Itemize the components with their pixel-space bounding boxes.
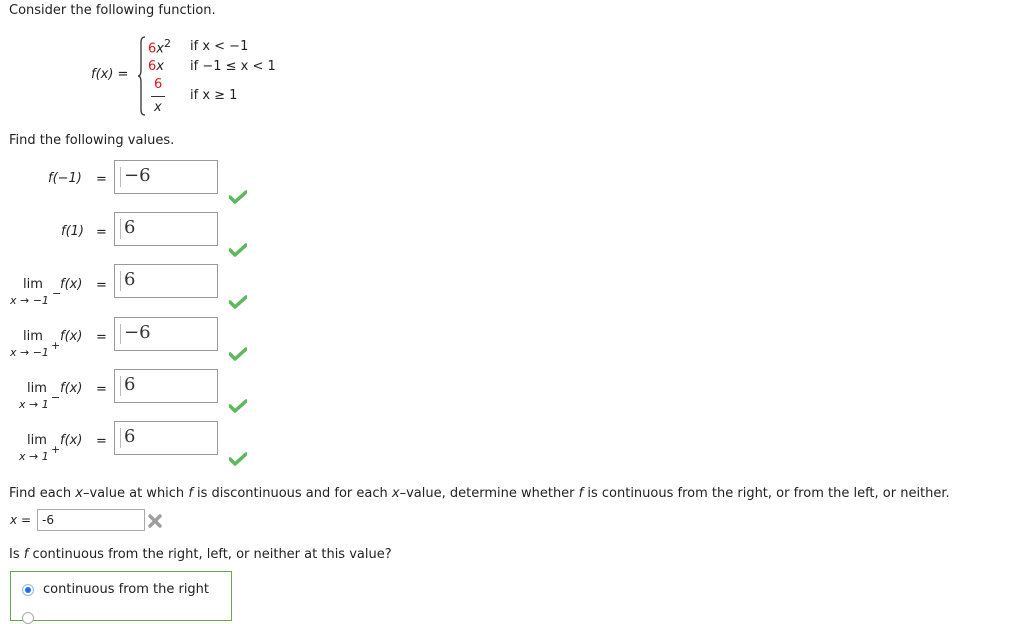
piece-3-condition: if x ≥ 1 xyxy=(190,88,238,103)
piece-1-var: x xyxy=(156,41,164,57)
function-label: f(x) = xyxy=(91,67,129,82)
equals-sign: = xyxy=(96,434,107,449)
equals-sign: = xyxy=(96,172,107,187)
cursor-line xyxy=(120,167,121,187)
prompt-text: –value at which xyxy=(82,486,189,501)
answer-value: 6 xyxy=(124,374,136,395)
limit-subscript: x → 1 xyxy=(19,398,49,411)
equals-sign: = xyxy=(20,513,31,527)
piece-2-var: x xyxy=(156,59,164,74)
check-icon xyxy=(229,295,247,309)
piece-2-expr: 6x xyxy=(148,59,164,74)
function-call: f(x) xyxy=(60,329,83,344)
radio-continuous-right[interactable] xyxy=(22,584,34,596)
piece-1-exponent: 2 xyxy=(163,37,171,50)
left-brace-icon xyxy=(138,36,146,116)
label-f-1: f(1) xyxy=(61,224,84,239)
equals-sign: = xyxy=(96,382,107,397)
label-text: f(−1) xyxy=(48,171,82,186)
check-icon xyxy=(229,243,247,257)
prompt-text: is continuous from the right, or from th… xyxy=(583,486,950,501)
option-label-continuous-right[interactable]: continuous from the right xyxy=(43,582,209,597)
function-call: f(x) xyxy=(60,433,83,448)
prompt-var: x xyxy=(391,486,400,501)
equals-sign: = xyxy=(96,330,107,345)
function-call: f(x) xyxy=(60,381,83,396)
prompt-var: x xyxy=(75,486,83,501)
x-label: x = xyxy=(10,513,31,527)
function-call: f(x) xyxy=(60,277,83,292)
question-text: continuous from the right, left, or neit… xyxy=(28,547,392,562)
limit-subscript: x → −1 xyxy=(10,346,49,359)
equals-sign: = xyxy=(96,278,107,293)
cursor-line xyxy=(120,271,121,291)
x-var: x xyxy=(10,513,18,527)
limit-side: + xyxy=(51,443,61,456)
question-text: Is xyxy=(9,547,24,562)
answer-input-lim-1-right[interactable]: 6 xyxy=(114,421,218,455)
cursor-line xyxy=(120,324,121,344)
piece-3-denominator: x xyxy=(154,100,162,115)
lim-word: lim xyxy=(27,381,47,396)
equals-sign: = xyxy=(96,225,107,240)
lim-word: lim xyxy=(23,329,43,344)
label-f-neg1: f(−1) xyxy=(48,171,82,186)
limit-side: − xyxy=(51,391,61,404)
lim-word: lim xyxy=(23,277,43,292)
answer-input-f-neg1[interactable]: −6 xyxy=(114,160,218,194)
limit-side: − xyxy=(52,287,62,300)
answer-input-f-1[interactable]: 6 xyxy=(114,212,218,246)
fraction-bar xyxy=(151,96,165,97)
check-icon xyxy=(229,190,247,204)
cursor-line xyxy=(120,428,121,448)
function-name: f(x) = xyxy=(91,67,128,82)
x-value-input[interactable]: -6 xyxy=(37,509,145,531)
intro-text: Consider the following function. xyxy=(9,3,216,18)
discontinuity-prompt: Find each x–value at which f is disconti… xyxy=(9,486,950,501)
prompt-text: is discontinuous and for each xyxy=(192,486,392,501)
answer-value: −6 xyxy=(124,322,151,343)
limit-subscript: x → 1 xyxy=(19,450,49,463)
check-icon xyxy=(229,452,247,466)
piece-3-numerator: 6 xyxy=(154,77,163,92)
cursor-line xyxy=(120,219,121,239)
limit-subscript: x → −1 xyxy=(10,294,49,307)
prompt-text: Find each xyxy=(9,486,76,501)
piece-1-condition: if x < −1 xyxy=(190,39,249,54)
answer-value: 6 xyxy=(124,217,136,238)
answer-value: −6 xyxy=(124,165,151,186)
prompt-text: –value, determine whether xyxy=(399,486,579,501)
check-icon xyxy=(229,399,247,413)
lim-word: lim xyxy=(27,433,47,448)
answer-input-lim-neg1-right[interactable]: −6 xyxy=(114,317,218,351)
limit-side: + xyxy=(51,339,61,352)
answer-input-lim-1-left[interactable]: 6 xyxy=(114,369,218,403)
check-icon xyxy=(229,347,247,361)
find-values-heading: Find the following values. xyxy=(9,133,175,148)
cursor-line xyxy=(120,376,121,396)
answer-value: 6 xyxy=(124,426,136,447)
label-text: f(1) xyxy=(61,224,84,239)
answer-value: 6 xyxy=(124,269,136,290)
piece-1-expr: 6x2 xyxy=(148,37,171,56)
incorrect-x-icon xyxy=(148,514,162,528)
continuity-question: Is f continuous from the right, left, or… xyxy=(9,547,392,562)
piece-2-condition: if −1 ≤ x < 1 xyxy=(190,59,276,74)
answer-input-lim-neg1-left[interactable]: 6 xyxy=(114,264,218,298)
